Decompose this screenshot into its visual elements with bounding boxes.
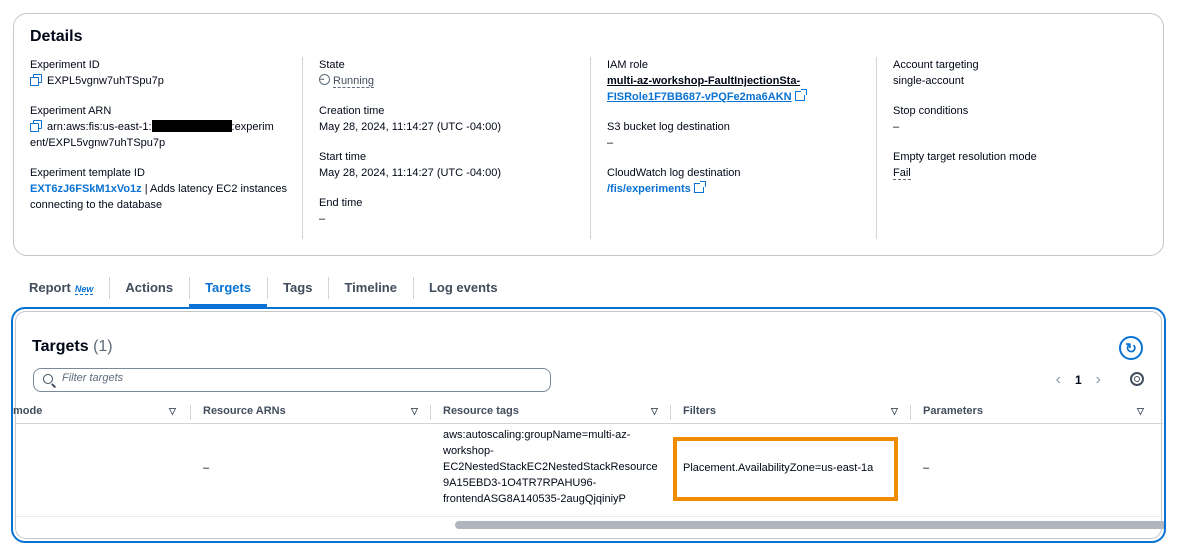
targets-panel: Targets (1) ↻ ‹ 1 › mode▽ Resource ARNs▽… [11, 307, 1166, 543]
details-panel: Details Experiment ID EXPL5vgnw7uhTSpu7p… [13, 13, 1164, 256]
iam-role-link-line2[interactable]: FISRole1F7BB687-vPQFe2ma6AKN [607, 91, 792, 103]
creation-time-value: May 28, 2024, 11:14:27 (UTC -04:00) [319, 121, 502, 133]
s3-log-field: S3 bucket log destination – [607, 119, 876, 151]
search-icon [43, 374, 53, 384]
sort-caret-icon[interactable]: ▽ [169, 406, 176, 417]
tab-actions[interactable]: Actions [109, 276, 189, 306]
tab-timeline[interactable]: Timeline [328, 276, 413, 306]
experiment-template-link[interactable]: EXT6zJ6FSkM1xVo1z [30, 183, 142, 195]
experiment-arn-suffix: :experim [231, 121, 274, 133]
tab-targets[interactable]: Targets [189, 276, 268, 307]
cloudwatch-log-field: CloudWatch log destination /fis/experime… [607, 165, 876, 197]
redacted-account-id [151, 120, 232, 132]
tab-bar: Report New Actions Targets Tags Timeline … [13, 276, 514, 307]
sort-caret-icon[interactable]: ▽ [891, 406, 898, 417]
sort-caret-icon[interactable]: ▽ [1137, 406, 1144, 417]
empty-target-field: Empty target resolution mode Fail [893, 149, 1156, 181]
details-title: Details [30, 28, 83, 45]
experiment-id-field: Experiment ID EXPL5vgnw7uhTSpu7p [30, 57, 300, 89]
details-column-2: State Running Creation time May 28, 2024… [302, 57, 578, 239]
end-time-value: – [319, 213, 326, 225]
sort-caret-icon[interactable]: ▽ [411, 406, 418, 417]
creation-time-label: Creation time [319, 105, 385, 117]
start-time-value: May 28, 2024, 11:14:27 (UTC -04:00) [319, 167, 502, 179]
new-badge: New [74, 284, 94, 295]
account-targeting-label: Account targeting [893, 59, 979, 71]
tab-tags[interactable]: Tags [267, 276, 328, 306]
end-time-label: End time [319, 197, 363, 209]
creation-time-field: Creation time May 28, 2024, 11:14:27 (UT… [319, 103, 578, 135]
tab-report-label: Report [29, 280, 71, 295]
iam-role-label: IAM role [607, 59, 648, 71]
start-time-field: Start time May 28, 2024, 11:14:27 (UTC -… [319, 149, 578, 181]
sort-caret-icon[interactable]: ▽ [651, 406, 658, 417]
filter-targets-search[interactable] [33, 368, 551, 392]
external-link-icon[interactable] [693, 181, 706, 193]
cell-parameters: – [923, 462, 930, 474]
column-header-resource-tags[interactable]: Resource tags ▽ [443, 405, 663, 421]
tab-report[interactable]: Report New [13, 276, 109, 306]
cloudwatch-log-label: CloudWatch log destination [607, 167, 741, 179]
cell-resource-tags: aws:autoscaling:groupName=multi-az- work… [443, 429, 658, 505]
table-header: mode ▽ Resource ARNs ▽ Resource tags ▽ Filt… [13, 402, 1163, 424]
state-field: State Running [319, 57, 578, 89]
status-pending-icon [319, 72, 330, 88]
experiment-arn-prefix: arn:aws:fis:us-east-1: [47, 121, 152, 133]
targets-title-text: Targets [32, 338, 89, 355]
account-targeting-field: Account targeting single-account [893, 57, 1156, 89]
settings-gear-icon[interactable] [1130, 372, 1144, 386]
experiment-template-desc: | Adds latency EC2 instances [141, 183, 288, 195]
table-bottom-divider [16, 516, 1163, 517]
previous-page-icon[interactable]: ‹ [1056, 371, 1061, 389]
column-header-parameters[interactable]: Parameters ▽ [923, 405, 1148, 421]
next-page-icon[interactable]: › [1096, 371, 1101, 389]
end-time-field: End time – [319, 195, 578, 227]
empty-target-value[interactable]: Fail [893, 167, 911, 180]
external-link-icon[interactable] [794, 89, 807, 101]
details-column-3: IAM role multi-az-workshop-FaultInjectio… [590, 57, 876, 239]
s3-log-value: – [607, 137, 614, 149]
column-header-mode[interactable]: mode ▽ [13, 405, 183, 421]
refresh-icon[interactable]: ↻ [1119, 336, 1143, 360]
state-label: State [319, 59, 345, 71]
iam-role-link-line1[interactable]: multi-az-workshop-FaultInjectionSta- [607, 73, 876, 89]
experiment-template-label: Experiment template ID [30, 167, 145, 179]
details-column-1: Experiment ID EXPL5vgnw7uhTSpu7p Experim… [30, 57, 300, 239]
stop-conditions-label: Stop conditions [893, 105, 969, 117]
stop-conditions-value: – [893, 121, 900, 133]
horizontal-scrollbar[interactable] [455, 521, 1164, 529]
details-column-4: Account targeting single-account Stop co… [876, 57, 1156, 239]
iam-role-field: IAM role multi-az-workshop-FaultInjectio… [607, 57, 876, 105]
cell-resource-arns: – [203, 462, 210, 474]
targets-title: Targets (1) [32, 338, 113, 356]
experiment-id-value: EXPL5vgnw7uhTSpu7p [47, 75, 164, 87]
copy-icon[interactable] [30, 74, 42, 86]
cloudwatch-log-link[interactable]: /fis/experiments [607, 183, 691, 195]
empty-target-label: Empty target resolution mode [893, 151, 1037, 163]
pagination: ‹ 1 › [1056, 371, 1101, 389]
account-targeting-value: single-account [893, 75, 964, 87]
filters-highlight-box [673, 437, 898, 501]
tab-log-events[interactable]: Log events [412, 276, 514, 306]
stop-conditions-field: Stop conditions – [893, 103, 1156, 135]
start-time-label: Start time [319, 151, 367, 163]
targets-count: (1) [93, 338, 113, 355]
copy-icon[interactable] [30, 120, 42, 132]
s3-log-label: S3 bucket log destination [607, 121, 730, 133]
page-number[interactable]: 1 [1075, 373, 1082, 387]
experiment-arn-line2: ent/EXPL5vgnw7uhTSpu7p [30, 137, 166, 149]
state-value[interactable]: Running [333, 75, 374, 88]
column-header-filters[interactable]: Filters ▽ [683, 405, 903, 421]
experiment-template-field: Experiment template ID EXT6zJ6FSkM1xVo1z… [30, 165, 300, 213]
experiment-template-desc-line2: connecting to the database [30, 199, 163, 211]
filter-targets-input[interactable] [62, 372, 542, 384]
experiment-arn-field: Experiment ARN arn:aws:fis:us-east-1: :ex… [30, 103, 300, 151]
experiment-id-label: Experiment ID [30, 59, 100, 71]
column-header-resource-arns[interactable]: Resource ARNs ▽ [203, 405, 423, 421]
targets-container: Targets (1) ↻ ‹ 1 › mode▽ Resource ARNs▽… [13, 311, 1164, 539]
experiment-arn-label: Experiment ARN [30, 105, 112, 117]
